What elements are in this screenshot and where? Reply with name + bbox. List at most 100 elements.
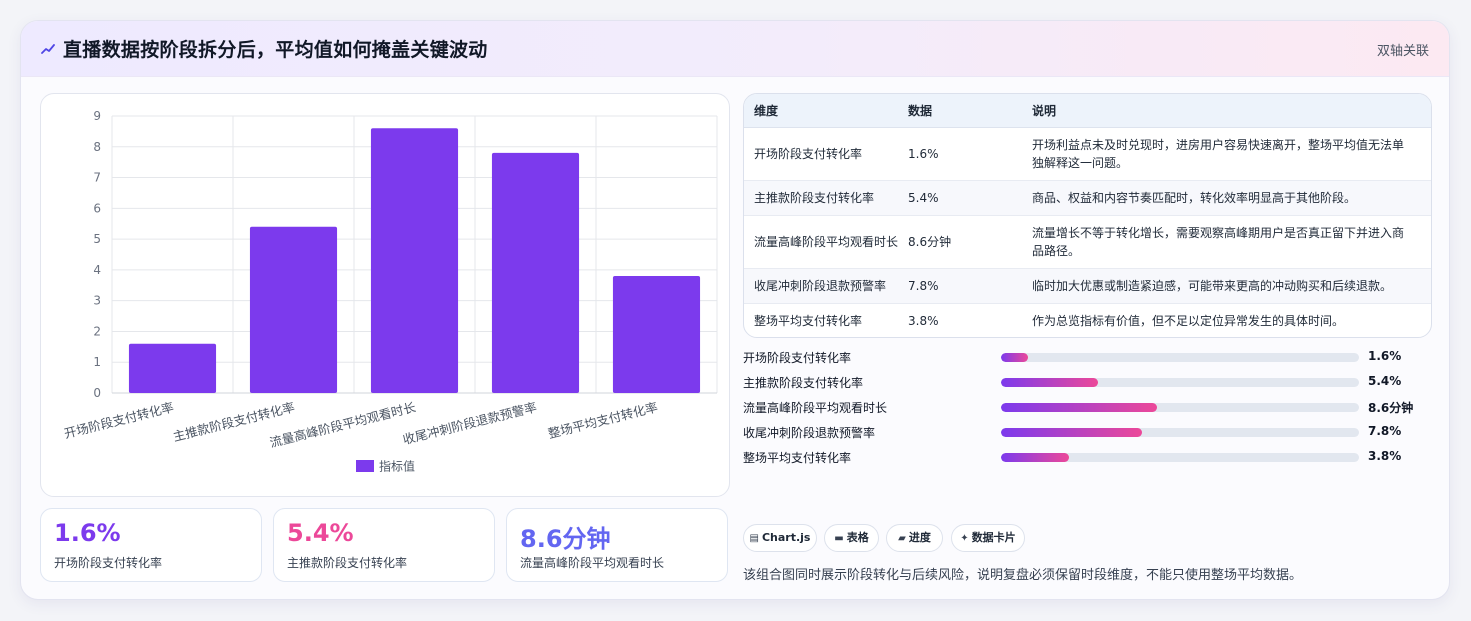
- progress-fill: [1001, 353, 1028, 362]
- progress-value: 5.4%: [1368, 374, 1402, 388]
- progress-label: 流量高峰阶段平均观看时长: [743, 401, 888, 415]
- table-cell: 开场阶段支付转化率: [744, 126, 908, 180]
- sparkle-icon: ✦: [960, 533, 969, 544]
- table-cell: 5.4%: [908, 179, 1032, 215]
- column-header: 说明: [1032, 94, 1431, 128]
- bar: [370, 128, 459, 394]
- table-cell: 商品、权益和内容节奏匹配时，转化效率明显高于其他阶段。: [1032, 179, 1431, 215]
- table-icon: ▬: [834, 533, 844, 544]
- kpi-card: 8.6分钟 流量高峰阶段平均观看时长: [506, 508, 728, 582]
- table-header-row: 维度 数据 说明: [744, 94, 1431, 128]
- table-row: 开场阶段支付转化率 1.6% 开场利益点未及时兑现时，进房用户容易快速离开，整场…: [744, 126, 1431, 180]
- progress-fill: [1001, 453, 1070, 462]
- kpi-label: 开场阶段支付转化率: [54, 556, 163, 570]
- table-cell: 3.8%: [908, 302, 1032, 337]
- progress-label: 整场平均支付转化率: [743, 451, 852, 465]
- table-cell: 流量增长不等于转化增长，需要观察高峰期用户是否真正留下并进入商品路径。: [1032, 214, 1431, 268]
- y-tick-label: 0: [93, 386, 101, 400]
- table-cell: 8.6分钟: [908, 214, 1032, 268]
- kpi-label: 流量高峰阶段平均观看时长: [520, 556, 665, 570]
- tag-table[interactable]: ▬ 表格: [824, 524, 879, 552]
- progress-track: [1001, 453, 1359, 462]
- y-tick-label: 8: [93, 140, 101, 154]
- bar: [491, 152, 580, 393]
- table-cell: 开场利益点未及时兑现时，进房用户容易快速离开，整场平均值无法单独解释这一问题。: [1032, 126, 1431, 180]
- progress-row: 开场阶段支付转化率 1.6%: [743, 349, 1433, 365]
- progress-track: [1001, 378, 1359, 387]
- legend-label: 指标值: [379, 459, 415, 474]
- legend-swatch: [356, 460, 374, 472]
- progress-track: [1001, 353, 1359, 362]
- progress-track: [1001, 428, 1359, 437]
- y-tick-label: 9: [93, 109, 101, 123]
- data-table: 维度 数据 说明 开场阶段支付转化率 1.6% 开场利益点未及时兑现时，进房用户…: [744, 94, 1431, 337]
- progress-label: 收尾冲刺阶段退款预警率: [743, 426, 876, 440]
- progress-value: 7.8%: [1368, 424, 1402, 438]
- bar: [249, 226, 338, 393]
- table-cell: 整场平均支付转化率: [744, 302, 908, 337]
- y-tick-label: 1: [93, 355, 101, 369]
- table-cell: 7.8%: [908, 267, 1032, 303]
- kpi-card: 1.6% 开场阶段支付转化率: [40, 508, 262, 582]
- tag-label: 表格: [846, 531, 869, 544]
- progress-value: 8.6分钟: [1368, 401, 1414, 415]
- y-tick-label: 2: [93, 324, 101, 338]
- progress-label: 主推款阶段支付转化率: [743, 376, 864, 390]
- y-tick-label: 5: [93, 232, 101, 246]
- column-header: 数据: [908, 94, 1032, 128]
- tag-progress[interactable]: ▰ 进度: [886, 524, 943, 552]
- kpi-value: 5.4%: [287, 519, 354, 547]
- tag-label: 进度: [908, 531, 931, 544]
- progress-row: 收尾冲刺阶段退款预警率 7.8%: [743, 424, 1433, 440]
- progress-fill: [1001, 428, 1143, 437]
- progress-track: [1001, 403, 1359, 412]
- y-tick-label: 6: [93, 201, 101, 215]
- x-tick-label: 开场阶段支付转化率: [62, 399, 175, 441]
- header-badge: 双轴关联: [1376, 44, 1429, 59]
- progress-row: 流量高峰阶段平均观看时长 8.6分钟: [743, 399, 1433, 415]
- table-row: 主推款阶段支付转化率 5.4% 商品、权益和内容节奏匹配时，转化效率明显高于其他…: [744, 179, 1431, 215]
- progress-fill: [1001, 378, 1098, 387]
- bar: [612, 276, 701, 393]
- kpi-label: 主推款阶段支付转化率: [287, 556, 408, 570]
- kpi-value: 1.6%: [54, 519, 121, 547]
- progress-row: 主推款阶段支付转化率 5.4%: [743, 374, 1433, 390]
- progress-fill: [1001, 403, 1157, 412]
- dashboard-card: 直播数据按阶段拆分后，平均值如何掩盖关键波动 双轴关联 0 1 2 3 4 5 6 7 8 9 开场…: [20, 20, 1450, 600]
- y-tick-label: 3: [93, 294, 101, 308]
- kpi-value: 8.6分钟: [520, 525, 611, 553]
- trend-line-icon: [41, 39, 57, 59]
- table-cell: 临时加大优惠或制造紧迫感，可能带来更高的冲动购买和后续退款。: [1032, 267, 1431, 303]
- table-cell: 主推款阶段支付转化率: [744, 179, 908, 215]
- table-row: 收尾冲刺阶段退款预警率 7.8% 临时加大优惠或制造紧迫感，可能带来更高的冲动购…: [744, 267, 1431, 303]
- card-header: 直播数据按阶段拆分后，平均值如何掩盖关键波动 双轴关联: [21, 21, 1449, 77]
- bar-chart: 0123456789开场阶段支付转化率主推款阶段支付转化率流量高峰阶段平均观看时…: [62, 109, 718, 474]
- x-tick-label: 收尾冲刺阶段退款预警率: [401, 399, 538, 447]
- progress-label: 开场阶段支付转化率: [743, 351, 852, 365]
- bar-chart-panel: 0 1 2 3 4 5 6 7 8 9 开场阶段支付转化率 主推款阶段支付转化率 流量高峰阶段平均观看时…: [40, 93, 730, 497]
- tag-chartjs[interactable]: ▤ Chart.js: [743, 524, 817, 552]
- tag-label: 数据卡片: [971, 531, 1016, 544]
- table-cell: 流量高峰阶段平均观看时长: [744, 214, 908, 268]
- table-cell: 收尾冲刺阶段退款预警率: [744, 267, 908, 303]
- bar: [128, 343, 217, 393]
- progress-icon: ▰: [898, 533, 906, 544]
- footnote: 该组合图同时展示阶段转化与后续风险，说明复盘必须保留时段维度，不能只使用整场平均…: [743, 568, 1303, 583]
- column-header: 维度: [744, 94, 908, 128]
- chart-icon: ▤: [749, 533, 759, 544]
- tag-data-card[interactable]: ✦ 数据卡片: [951, 524, 1025, 552]
- progress-value: 3.8%: [1368, 449, 1402, 463]
- page-title: 直播数据按阶段拆分后，平均值如何掩盖关键波动: [63, 39, 488, 61]
- data-table-panel: 维度 数据 说明 开场阶段支付转化率 1.6% 开场利益点未及时兑现时，进房用户…: [743, 93, 1432, 338]
- table-row: 整场平均支付转化率 3.8% 作为总览指标有价值，但不足以定位异常发生的具体时间…: [744, 302, 1431, 337]
- progress-row: 整场平均支付转化率 3.8%: [743, 449, 1433, 465]
- table-cell: 1.6%: [908, 126, 1032, 180]
- y-tick-label: 7: [93, 171, 101, 185]
- x-tick-label: 整场平均支付转化率: [546, 399, 659, 441]
- table-row: 流量高峰阶段平均观看时长 8.6分钟 流量增长不等于转化增长，需要观察高峰期用户…: [744, 214, 1431, 268]
- y-tick-label: 4: [93, 263, 101, 277]
- table-cell: 作为总览指标有价值，但不足以定位异常发生的具体时间。: [1032, 302, 1431, 337]
- kpi-card: 5.4% 主推款阶段支付转化率: [273, 508, 495, 582]
- progress-value: 1.6%: [1368, 349, 1402, 363]
- tag-label: Chart.js: [761, 531, 811, 544]
